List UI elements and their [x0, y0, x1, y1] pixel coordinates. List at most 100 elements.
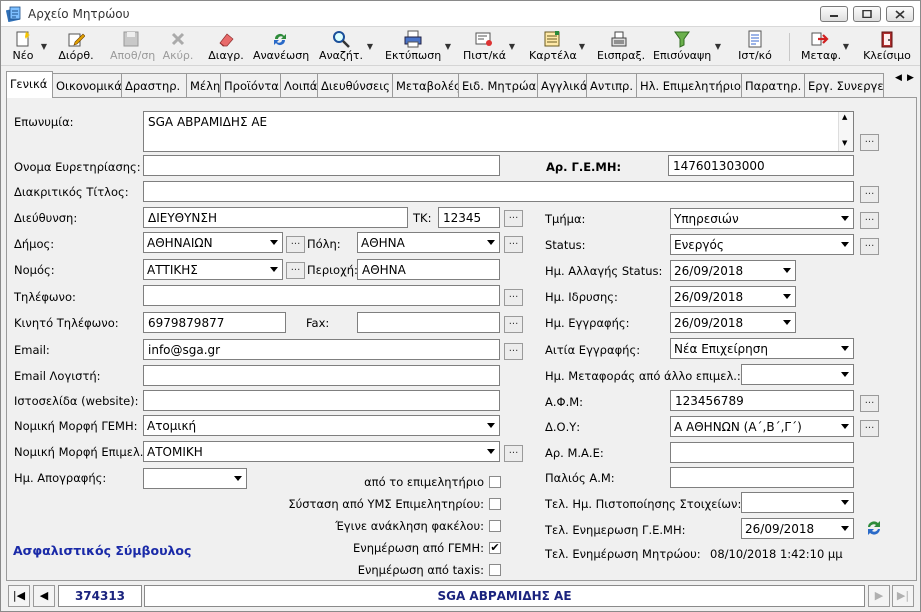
eponymia-scrollbar[interactable]: ▲ ▼	[838, 112, 853, 151]
next-record-button[interactable]: ▶	[868, 585, 890, 607]
im-allagis-status-dropdown[interactable]: 26/09/2018	[670, 260, 796, 281]
nomiki-morfi-epimel-ellipsis-button[interactable]: ...	[504, 445, 523, 462]
perioxi-field[interactable]: ΑΘΗΝΑ	[357, 259, 500, 280]
im-idrysis-dropdown[interactable]: 26/09/2018	[670, 286, 796, 307]
close-button[interactable]: Κλείσιμο	[863, 30, 911, 64]
ar-gemi-field[interactable]: 147601303000	[668, 155, 854, 176]
tab-10[interactable]: Αντιπρ.	[586, 73, 637, 98]
diakritikos-ellipsis-button[interactable]: ...	[860, 186, 879, 203]
tel-enimerosi-gemi-dropdown[interactable]: 26/09/2018	[741, 518, 854, 539]
checkbox-3[interactable]: ✔	[489, 542, 501, 554]
eponymia-field[interactable]: SGA ΑΒΡΑΜΙΔΗΣ ΑΕ	[143, 111, 854, 152]
dimos-dropdown[interactable]: ΑΘΗΝΑΙΩΝ	[143, 232, 283, 253]
aitia-eggrafis-dropdown[interactable]: Νέα Επιχείρηση	[670, 338, 854, 359]
afm-ellipsis-button[interactable]: ...	[860, 395, 879, 412]
istoselida-field[interactable]	[143, 390, 500, 411]
close-window-button[interactable]	[886, 6, 914, 22]
delete-button[interactable]: Διαγρ.	[206, 30, 246, 64]
status-dropdown[interactable]: Ενεργός	[670, 234, 854, 255]
merge-button[interactable]: Επισύναψη ▼	[653, 30, 721, 64]
tab-9[interactable]: Αγγλικά	[537, 73, 587, 98]
poli-ellipsis-button[interactable]: ...	[504, 236, 523, 253]
fax-ellipsis-button[interactable]: ...	[504, 316, 523, 333]
tab-1[interactable]: Οικονομικά	[52, 73, 122, 98]
nomiki-morfi-gemi-dropdown[interactable]: Ατομική	[143, 415, 500, 436]
tmima-dropdown[interactable]: Υπηρεσιών	[670, 208, 854, 229]
checkbox-4[interactable]	[489, 564, 501, 576]
dropdown-arrow-icon[interactable]: ▼	[445, 42, 451, 51]
doy-ellipsis-button[interactable]: ...	[860, 420, 879, 437]
tilefono-ellipsis-button[interactable]: ...	[504, 289, 523, 306]
dieythynsi-field[interactable]: ΔΙΕΥΘΥΝΣΗ	[143, 207, 408, 228]
onoma-eyretiriasis-field[interactable]	[143, 155, 500, 176]
transfer-button[interactable]: Μεταφ. ▼	[801, 30, 849, 64]
new-button[interactable]: Νέο ▼	[9, 30, 47, 64]
tab-6[interactable]: Διευθύνσεις	[317, 73, 393, 98]
checkbox-0[interactable]	[489, 476, 501, 488]
minimize-button[interactable]	[820, 6, 848, 22]
dropdown-arrow-icon[interactable]: ▼	[41, 42, 47, 51]
cancel-button[interactable]: Ακύρ.	[160, 30, 196, 64]
dropdown-arrow-icon[interactable]: ▼	[367, 42, 373, 51]
tab-12[interactable]: Παρατηρ.	[741, 73, 805, 98]
checkbox-1[interactable]	[489, 498, 501, 510]
email-field[interactable]: info@sga.gr	[143, 339, 500, 360]
certificate-button[interactable]: Πιστ/κά ▼	[463, 30, 515, 64]
palios-am-field[interactable]	[670, 467, 854, 488]
dropdown-arrow-icon[interactable]: ▼	[509, 42, 515, 51]
asfalistikos-symvoulos-link[interactable]: Ασφαλιστικός Σύμβουλος	[13, 543, 191, 558]
tab-3[interactable]: Μέλη	[186, 73, 221, 98]
tab-scroll-right-icon[interactable]: ▶	[907, 73, 914, 83]
tab-8[interactable]: Ειδ. Μητρώα	[458, 73, 538, 98]
ar-mae-field[interactable]	[670, 442, 854, 463]
edit-button[interactable]: Διόρθ.	[56, 30, 96, 64]
dimos-ellipsis-button[interactable]: ...	[286, 236, 305, 253]
last-record-button[interactable]: ▶|	[892, 585, 914, 607]
history-button[interactable]: Ιστ/κό	[735, 30, 775, 64]
doy-dropdown[interactable]: Α ΑΘΗΝΩΝ (Α΄,Β΄,Γ΄)	[670, 416, 854, 437]
refresh-button[interactable]: Ανανέωση	[253, 30, 309, 64]
diakritikos-field[interactable]	[143, 181, 854, 202]
tab-scroll-left-icon[interactable]: ◀	[895, 73, 902, 83]
prev-record-button[interactable]: ◀	[33, 585, 55, 607]
dropdown-arrow-icon[interactable]: ▼	[715, 42, 721, 51]
tmima-ellipsis-button[interactable]: ...	[860, 212, 879, 229]
search-button[interactable]: Αναζήτ. ▼	[319, 30, 373, 64]
checkbox-2[interactable]	[489, 520, 501, 532]
gemi-sync-icon[interactable]	[864, 518, 884, 538]
eponymia-ellipsis-button[interactable]: ...	[860, 134, 879, 151]
tel-pistopoiisis-dropdown[interactable]	[741, 492, 854, 513]
nomos-dropdown[interactable]: ΑΤΤΙΚΗΣ	[143, 259, 283, 280]
email-logisti-field[interactable]	[143, 365, 500, 386]
save-button[interactable]: Αποθ/ση	[110, 30, 155, 64]
tilefono-field[interactable]	[143, 285, 500, 306]
dropdown-arrow-icon[interactable]: ▼	[843, 42, 849, 51]
maximize-button[interactable]	[853, 6, 881, 22]
print-button[interactable]: Εκτύπωση ▼	[385, 30, 451, 64]
im-eggrafis-dropdown[interactable]: 26/09/2018	[670, 312, 796, 333]
nomiki-morfi-epimel-dropdown[interactable]: ΑΤΟΜΙΚΗ	[143, 441, 500, 462]
tk-ellipsis-button[interactable]: ...	[504, 210, 523, 227]
email-ellipsis-button[interactable]: ...	[504, 343, 523, 360]
tab-11[interactable]: Ηλ. Επιμελητήριο	[636, 73, 742, 98]
kinito-field[interactable]: 6979879877	[143, 312, 286, 333]
tab-0[interactable]: Γενικά	[6, 71, 53, 98]
collection-button[interactable]: Εισπραξ.	[597, 30, 645, 64]
tab-5[interactable]: Λοιπά	[280, 73, 318, 98]
afm-field[interactable]: 123456789	[670, 390, 854, 411]
status-ellipsis-button[interactable]: ...	[860, 238, 879, 255]
tk-field[interactable]: 12345	[438, 207, 500, 228]
tab-7[interactable]: Μεταβολές	[392, 73, 459, 98]
first-record-button[interactable]: |◀	[8, 585, 30, 607]
tab-2[interactable]: Δραστηρ.	[121, 73, 187, 98]
poli-dropdown[interactable]: ΑΘΗΝΑ	[357, 232, 500, 253]
nomos-ellipsis-button[interactable]: ...	[286, 262, 305, 279]
tab-13[interactable]: Εργ. Συνεργείο	[804, 73, 884, 98]
dimos-value: ΑΘΗΝΑΙΩΝ	[147, 236, 213, 250]
dropdown-arrow-icon[interactable]: ▼	[579, 42, 585, 51]
im-apografis-dropdown[interactable]	[143, 468, 247, 489]
tab-4[interactable]: Προϊόντα	[220, 73, 281, 98]
fax-field[interactable]	[357, 312, 500, 333]
im-metaforas-dropdown[interactable]	[741, 364, 854, 385]
card-button[interactable]: Καρτέλα ▼	[529, 30, 585, 64]
